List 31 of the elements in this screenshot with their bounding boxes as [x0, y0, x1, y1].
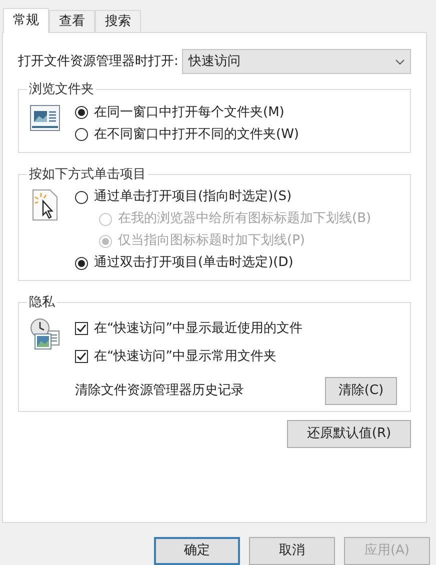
radio-button[interactable] [75, 128, 88, 141]
open-in-label: 打开文件资源管理器时打开: [18, 52, 178, 71]
option-label: 在不同窗口中打开不同的文件夹(W) [94, 126, 299, 144]
option-label: 在我的浏览器中给所有图标标题加下划线(B) [118, 210, 372, 228]
radio-button[interactable] [75, 190, 88, 204]
folder-window-icon [30, 104, 60, 130]
tab[interactable]: 搜索 [95, 10, 141, 32]
dialog-button[interactable]: 确定 [154, 537, 240, 565]
group-title: 浏览文件夹 [28, 81, 95, 99]
checkbox[interactable] [75, 322, 88, 335]
tab[interactable]: 常规 [3, 8, 49, 33]
group-title: 按如下方式单击项目 [28, 166, 147, 184]
clock-picture-icon [30, 318, 60, 350]
clear-button[interactable]: 清除(C) [325, 376, 397, 404]
chevron-down-icon [395, 58, 405, 64]
open-in-dropdown[interactable]: 快速访问 [182, 49, 411, 74]
group-title: 隐私 [28, 294, 56, 312]
cursor-click-icon [32, 189, 58, 221]
option-label: 在同一窗口中打开每个文件夹(M) [94, 104, 284, 122]
tab[interactable]: 查看 [49, 10, 95, 32]
option-label: 通过单击打开项目(指向时选定)(S) [94, 188, 292, 206]
restore-defaults-button[interactable]: 还原默认值(R) [287, 420, 411, 448]
option-label: 在“快速访问”中显示最近使用的文件 [94, 320, 302, 338]
clear-history-label: 清除文件资源管理器历史记录 [75, 382, 244, 400]
option-label: 在“快速访问”中显示常用文件夹 [94, 348, 276, 366]
radio-button[interactable] [75, 106, 88, 119]
option-label: 通过双击打开项目(单击时选定)(D) [94, 254, 294, 272]
radio-button[interactable] [75, 256, 88, 270]
dialog-button[interactable]: 取消 [249, 537, 335, 565]
option-label: 仅当指向图标标题时加下划线(P) [118, 232, 305, 250]
checkbox[interactable] [75, 350, 88, 363]
